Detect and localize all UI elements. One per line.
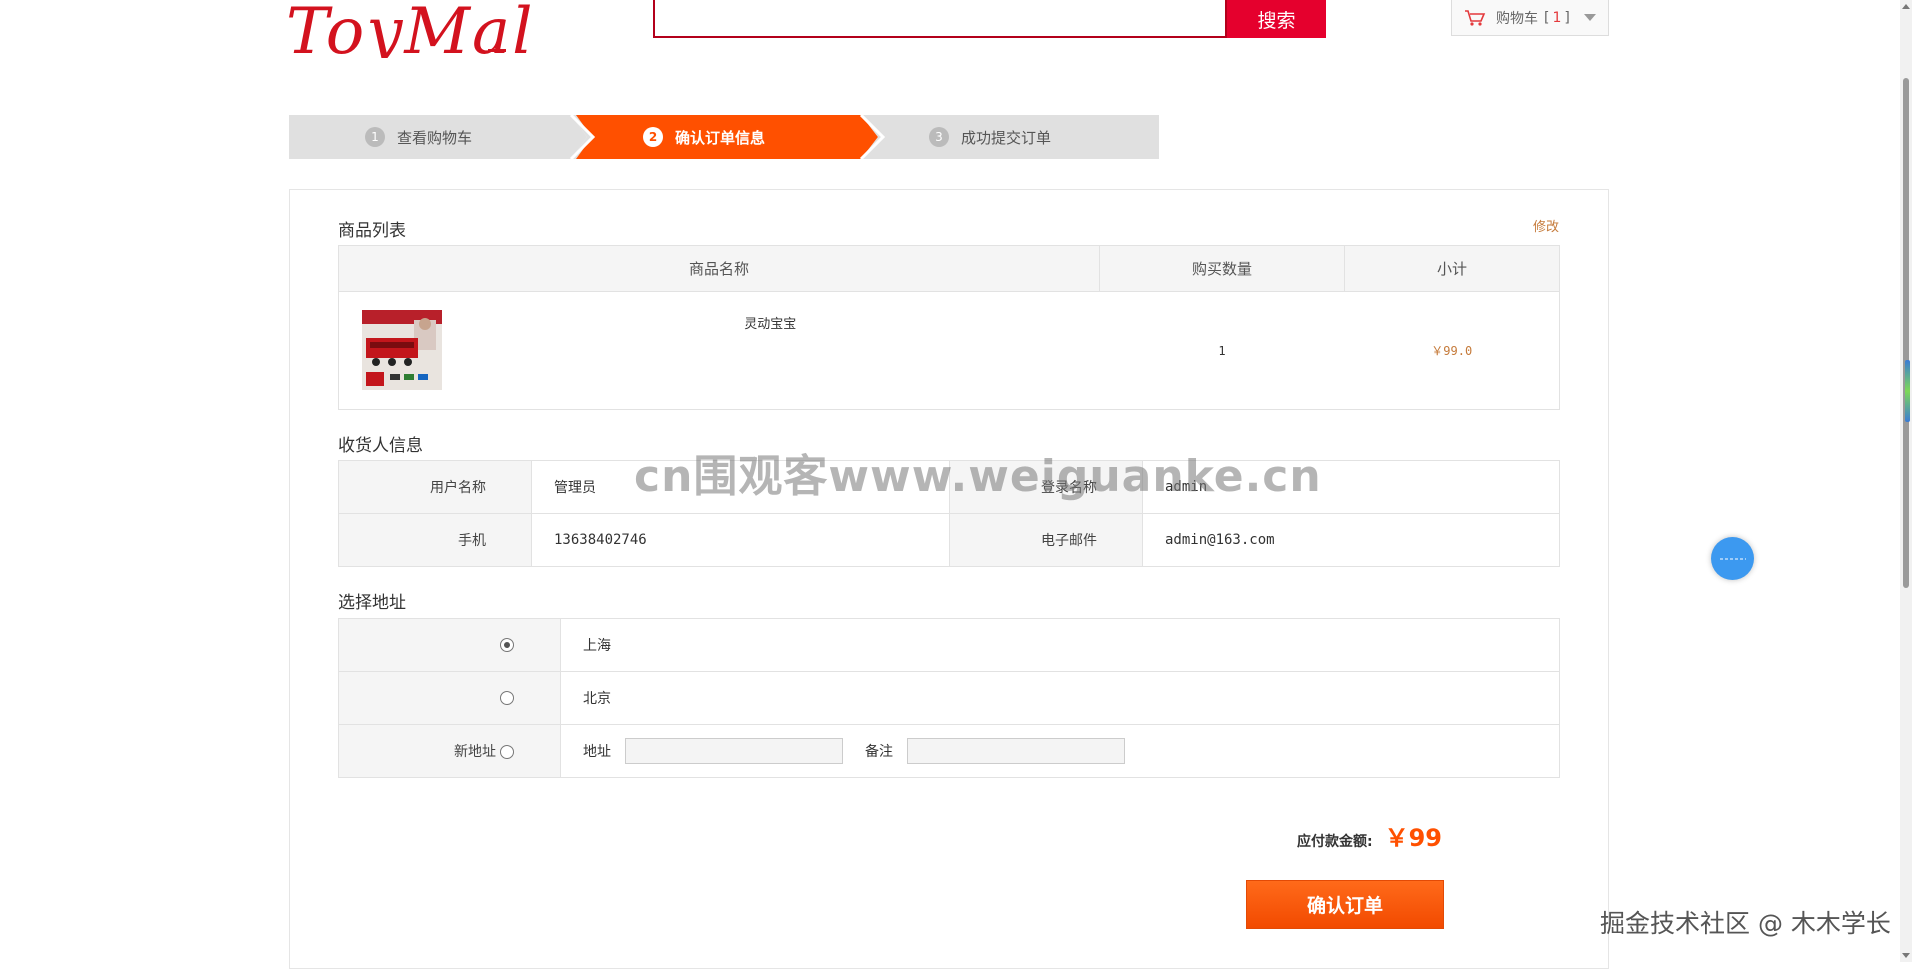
new-address-fields: 地址 备注 [560, 724, 1560, 778]
table-row: 手机 13638402746 电子邮件 admin@163.com [338, 513, 1560, 567]
logo-underline [488, 49, 506, 52]
new-address-cell: 新地址 [338, 724, 561, 778]
new-address-radio[interactable] [500, 745, 514, 759]
cart-bracket-close: ] [1564, 9, 1570, 26]
login-name-value: admin [1142, 460, 1560, 514]
select-address-title: 选择地址 [338, 593, 406, 613]
address-option-beijing[interactable]: 北京 [560, 671, 1560, 725]
address-input[interactable] [625, 738, 843, 764]
step-number: 1 [365, 127, 385, 147]
note-input[interactable] [907, 738, 1125, 764]
step-order-submitted: 3 成功提交订单 [929, 115, 1051, 159]
address-option-shanghai[interactable]: 上海 [560, 618, 1560, 672]
step-confirm-order: 2 确认订单信息 [643, 115, 765, 159]
step-label: 查看购物车 [397, 128, 473, 147]
table-row: 新地址 地址 备注 [338, 724, 1560, 778]
scroll-up-icon[interactable] [1902, 4, 1910, 9]
user-name-label: 用户名称 [338, 460, 532, 514]
step-view-cart: 1 查看购物车 [365, 115, 472, 159]
col-header-name: 商品名称 [338, 245, 1100, 292]
total-amount-row: 应付款金额: ￥99 [1297, 818, 1442, 853]
address-radio-cell [338, 618, 561, 672]
cart-dropdown[interactable]: 购物车 [ 1 ] [1451, 0, 1609, 36]
floating-assistant-button[interactable] [1711, 537, 1754, 580]
scroll-down-icon[interactable] [1902, 953, 1910, 958]
email-value: admin@163.com [1142, 513, 1560, 567]
step-number: 3 [929, 127, 949, 147]
confirm-order-button[interactable]: 确认订单 [1246, 880, 1444, 929]
chevron-down-icon [1584, 14, 1596, 21]
checkout-steps: 1 查看购物车 2 确认订单信息 3 成功提交订单 [289, 115, 1159, 159]
phone-label: 手机 [338, 513, 532, 567]
total-amount: ￥99 [1384, 824, 1443, 852]
search-input[interactable] [653, 0, 1227, 38]
cart-count: 1 [1552, 9, 1562, 26]
address-table: 上海 北京 新地址 地址 备注 [338, 618, 1560, 778]
cart-bracket-open: [ [1544, 9, 1550, 26]
table-row: 北京 [338, 671, 1560, 725]
receiver-info-title: 收货人信息 [338, 436, 423, 456]
side-marker [1905, 360, 1910, 422]
goods-list-title: 商品列表 [338, 221, 406, 241]
address-radio-cell [338, 671, 561, 725]
goods-table: 商品名称 购买数量 小计 灵动宝宝 1 ￥99.0 [338, 245, 1560, 410]
receiver-info-table: 用户名称 管理员 登录名称 admin 手机 13638402746 电子邮件 … [338, 460, 1560, 567]
goods-cell: 灵动宝宝 [338, 291, 1100, 410]
step-label: 成功提交订单 [961, 128, 1052, 147]
step-number: 2 [643, 127, 663, 147]
email-label: 电子邮件 [949, 513, 1143, 567]
address-radio-beijing[interactable] [500, 691, 514, 705]
product-subtotal: ￥99.0 [1344, 291, 1560, 410]
corner-watermark: 掘金技术社区 @ 木木学长 [1600, 909, 1891, 938]
table-row: 用户名称 管理员 登录名称 admin [338, 460, 1560, 514]
dots-icon [1719, 558, 1746, 559]
table-row: 上海 [338, 618, 1560, 672]
product-image[interactable] [362, 310, 442, 390]
user-name-value: 管理员 [531, 460, 950, 514]
address-radio-shanghai[interactable] [500, 638, 514, 652]
product-qty: 1 [1099, 291, 1345, 410]
table-row: 灵动宝宝 1 ￥99.0 [338, 291, 1560, 410]
step-label: 确认订单信息 [675, 128, 766, 147]
login-name-label: 登录名称 [949, 460, 1143, 514]
edit-link[interactable]: 修改 [1533, 216, 1559, 235]
scrollbar-thumb[interactable] [1903, 78, 1909, 588]
note-field-label: 备注 [865, 744, 893, 760]
col-header-subtotal: 小计 [1344, 245, 1560, 292]
search-button[interactable]: 搜索 [1227, 0, 1326, 38]
col-header-qty: 购买数量 [1099, 245, 1345, 292]
product-name[interactable]: 灵动宝宝 [442, 313, 1099, 332]
phone-value: 13638402746 [531, 513, 950, 567]
cart-label: 购物车 [1496, 10, 1538, 27]
cart-icon [1465, 9, 1486, 26]
total-label: 应付款金额: [1297, 834, 1373, 850]
new-address-label: 新地址 [454, 744, 496, 760]
page-scrollbar[interactable] [1900, 0, 1912, 962]
address-field-label: 地址 [583, 744, 611, 760]
